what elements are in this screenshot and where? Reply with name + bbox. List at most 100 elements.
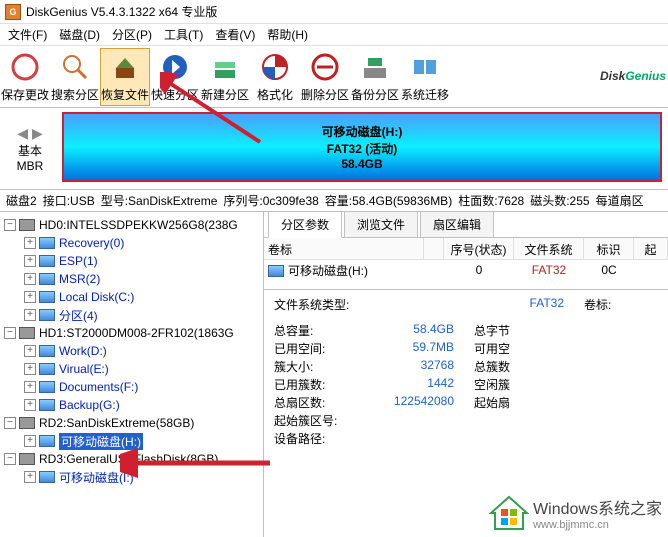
tree-part[interactable]: +Recovery(0) xyxy=(2,234,261,252)
collapse-icon[interactable]: − xyxy=(4,453,16,465)
tree-part[interactable]: +Work(D:) xyxy=(2,342,261,360)
disk-tree[interactable]: −HD0:INTELSSDPEKKW256G8(238G +Recovery(0… xyxy=(0,212,264,537)
disk-type: 基本 xyxy=(18,142,42,159)
menu-help[interactable]: 帮助(H) xyxy=(261,24,314,45)
tree-part[interactable]: +Backup(G:) xyxy=(2,396,261,414)
tool-save[interactable]: 保存更改 xyxy=(0,48,50,106)
delete-icon xyxy=(308,50,342,84)
collapse-icon[interactable]: − xyxy=(4,327,16,339)
tree-disk-hd1[interactable]: −HD1:ST2000DM008-2FR102(1863G xyxy=(2,324,261,342)
watermark-url: www.bjjmmc.cn xyxy=(533,519,662,531)
tool-migrate[interactable]: 系统迁移 xyxy=(400,48,450,106)
migrate-icon xyxy=(408,50,442,84)
tree-part[interactable]: +Virual(E:) xyxy=(2,360,261,378)
menu-file[interactable]: 文件(F) xyxy=(2,24,53,45)
tool-delete[interactable]: 删除分区 xyxy=(300,48,350,106)
partition-name: 可移动磁盘(H:) xyxy=(322,123,403,140)
recover-icon xyxy=(108,50,142,84)
hdd-icon xyxy=(19,219,35,231)
tree-part[interactable]: +ESP(1) xyxy=(2,252,261,270)
status-iface: 接口:USB xyxy=(43,192,95,209)
menu-disk[interactable]: 磁盘(D) xyxy=(53,24,106,45)
menu-tools[interactable]: 工具(T) xyxy=(158,24,209,45)
disk-mbr: MBR xyxy=(17,159,44,173)
expand-icon[interactable]: + xyxy=(24,237,36,249)
expand-icon[interactable]: + xyxy=(24,309,36,321)
status-sectors: 每道扇区 xyxy=(596,192,644,209)
partition-icon xyxy=(39,381,55,393)
nav-arrows-icon[interactable]: ◀ ▶ xyxy=(17,125,42,142)
vollabel-label: 卷标: xyxy=(584,296,658,314)
expand-icon[interactable]: + xyxy=(24,381,36,393)
tree-part[interactable]: +分区(4) xyxy=(2,306,261,324)
expand-icon[interactable]: + xyxy=(24,345,36,357)
title-bar: G DiskGenius V5.4.3.1322 x64 专业版 xyxy=(0,0,668,24)
partition-icon xyxy=(39,471,55,483)
partition-icon xyxy=(268,265,284,277)
tab-browse[interactable]: 浏览文件 xyxy=(344,212,418,237)
col-start[interactable]: 起 xyxy=(634,238,668,259)
collapse-icon[interactable]: − xyxy=(4,219,16,231)
menu-partition[interactable]: 分区(P) xyxy=(106,24,158,45)
tool-backup[interactable]: 备份分区 xyxy=(350,48,400,106)
status-serial: 序列号:0c309fe38 xyxy=(223,192,318,209)
tool-search[interactable]: 搜索分区 xyxy=(50,48,100,106)
tool-new[interactable]: 新建分区 xyxy=(200,48,250,106)
tool-recover[interactable]: 恢复文件 xyxy=(100,48,150,106)
expand-icon[interactable]: + xyxy=(24,471,36,483)
expand-icon[interactable]: + xyxy=(24,435,36,447)
tree-part[interactable]: +可移动磁盘(I:) xyxy=(2,468,261,486)
expand-icon[interactable]: + xyxy=(24,399,36,411)
toolbar: 保存更改 搜索分区 恢复文件 快速分区 新建分区 格式化 删除分区 备份分区 系… xyxy=(0,46,668,108)
col-flag[interactable]: 标识 xyxy=(584,238,634,259)
grid-row[interactable]: 可移动磁盘(H:) 0 FAT32 0C xyxy=(264,260,668,280)
partition-size: 58.4GB xyxy=(341,157,382,171)
col-empty[interactable] xyxy=(424,238,444,259)
brand-logo: DiskGenius xyxy=(600,54,666,88)
partition-bar[interactable]: 可移动磁盘(H:) FAT32 (活动) 58.4GB xyxy=(62,112,662,182)
expand-icon[interactable]: + xyxy=(24,363,36,375)
status-cyl: 柱面数:7628 xyxy=(458,192,524,209)
app-icon: G xyxy=(5,4,21,20)
partition-icon xyxy=(39,255,55,267)
tree-part[interactable]: +Documents(F:) xyxy=(2,378,261,396)
cell-volume: 可移动磁盘(H:) xyxy=(264,260,424,281)
partition-fs: FAT32 (活动) xyxy=(327,140,397,157)
partition-icon xyxy=(39,291,55,303)
tree-part-selected[interactable]: +可移动磁盘(H:) xyxy=(2,432,261,450)
tree-part[interactable]: +MSR(2) xyxy=(2,270,261,288)
cell-seq: 0 xyxy=(444,261,514,279)
search-icon xyxy=(58,50,92,84)
expand-icon[interactable]: + xyxy=(24,255,36,267)
disk-map: ◀ ▶ 基本 MBR 可移动磁盘(H:) FAT32 (活动) 58.4GB xyxy=(0,108,668,190)
tree-part[interactable]: +Local Disk(C:) xyxy=(2,288,261,306)
partition-icon xyxy=(39,273,55,285)
disk-status-bar: 磁盘2 接口:USB 型号:SanDiskExtreme 序列号:0c309fe… xyxy=(0,190,668,212)
tab-params[interactable]: 分区参数 xyxy=(268,212,342,238)
status-heads: 磁头数:255 xyxy=(530,192,589,209)
col-seq[interactable]: 序号(状态) xyxy=(444,238,514,259)
quick-icon xyxy=(158,50,192,84)
new-icon xyxy=(208,50,242,84)
col-fs[interactable]: 文件系统 xyxy=(514,238,584,259)
save-icon xyxy=(8,50,42,84)
disk-map-info: ◀ ▶ 基本 MBR xyxy=(0,108,60,189)
fstype-value: FAT32 xyxy=(364,296,584,314)
expand-icon[interactable]: + xyxy=(24,291,36,303)
tool-format[interactable]: 格式化 xyxy=(250,48,300,106)
partition-icon xyxy=(39,399,55,411)
tree-disk-rd2[interactable]: −RD2:SanDiskExtreme(58GB) xyxy=(2,414,261,432)
tab-sector[interactable]: 扇区编辑 xyxy=(420,212,494,237)
partition-grid: 卷标 序号(状态) 文件系统 标识 起 可移动磁盘(H:) 0 FAT32 0C xyxy=(264,238,668,290)
tool-quick[interactable]: 快速分区 xyxy=(150,48,200,106)
grid-header: 卷标 序号(状态) 文件系统 标识 起 xyxy=(264,238,668,260)
fstype-label: 文件系统类型: xyxy=(274,296,364,314)
col-volume[interactable]: 卷标 xyxy=(264,238,424,259)
menu-view[interactable]: 查看(V) xyxy=(209,24,261,45)
tree-disk-rd3[interactable]: −RD3:GeneralUSBFlashDisk(8GB) xyxy=(2,450,261,468)
hdd-icon xyxy=(19,327,35,339)
expand-icon[interactable]: + xyxy=(24,273,36,285)
tree-disk-hd0[interactable]: −HD0:INTELSSDPEKKW256G8(238G xyxy=(2,216,261,234)
collapse-icon[interactable]: − xyxy=(4,417,16,429)
format-icon xyxy=(258,50,292,84)
